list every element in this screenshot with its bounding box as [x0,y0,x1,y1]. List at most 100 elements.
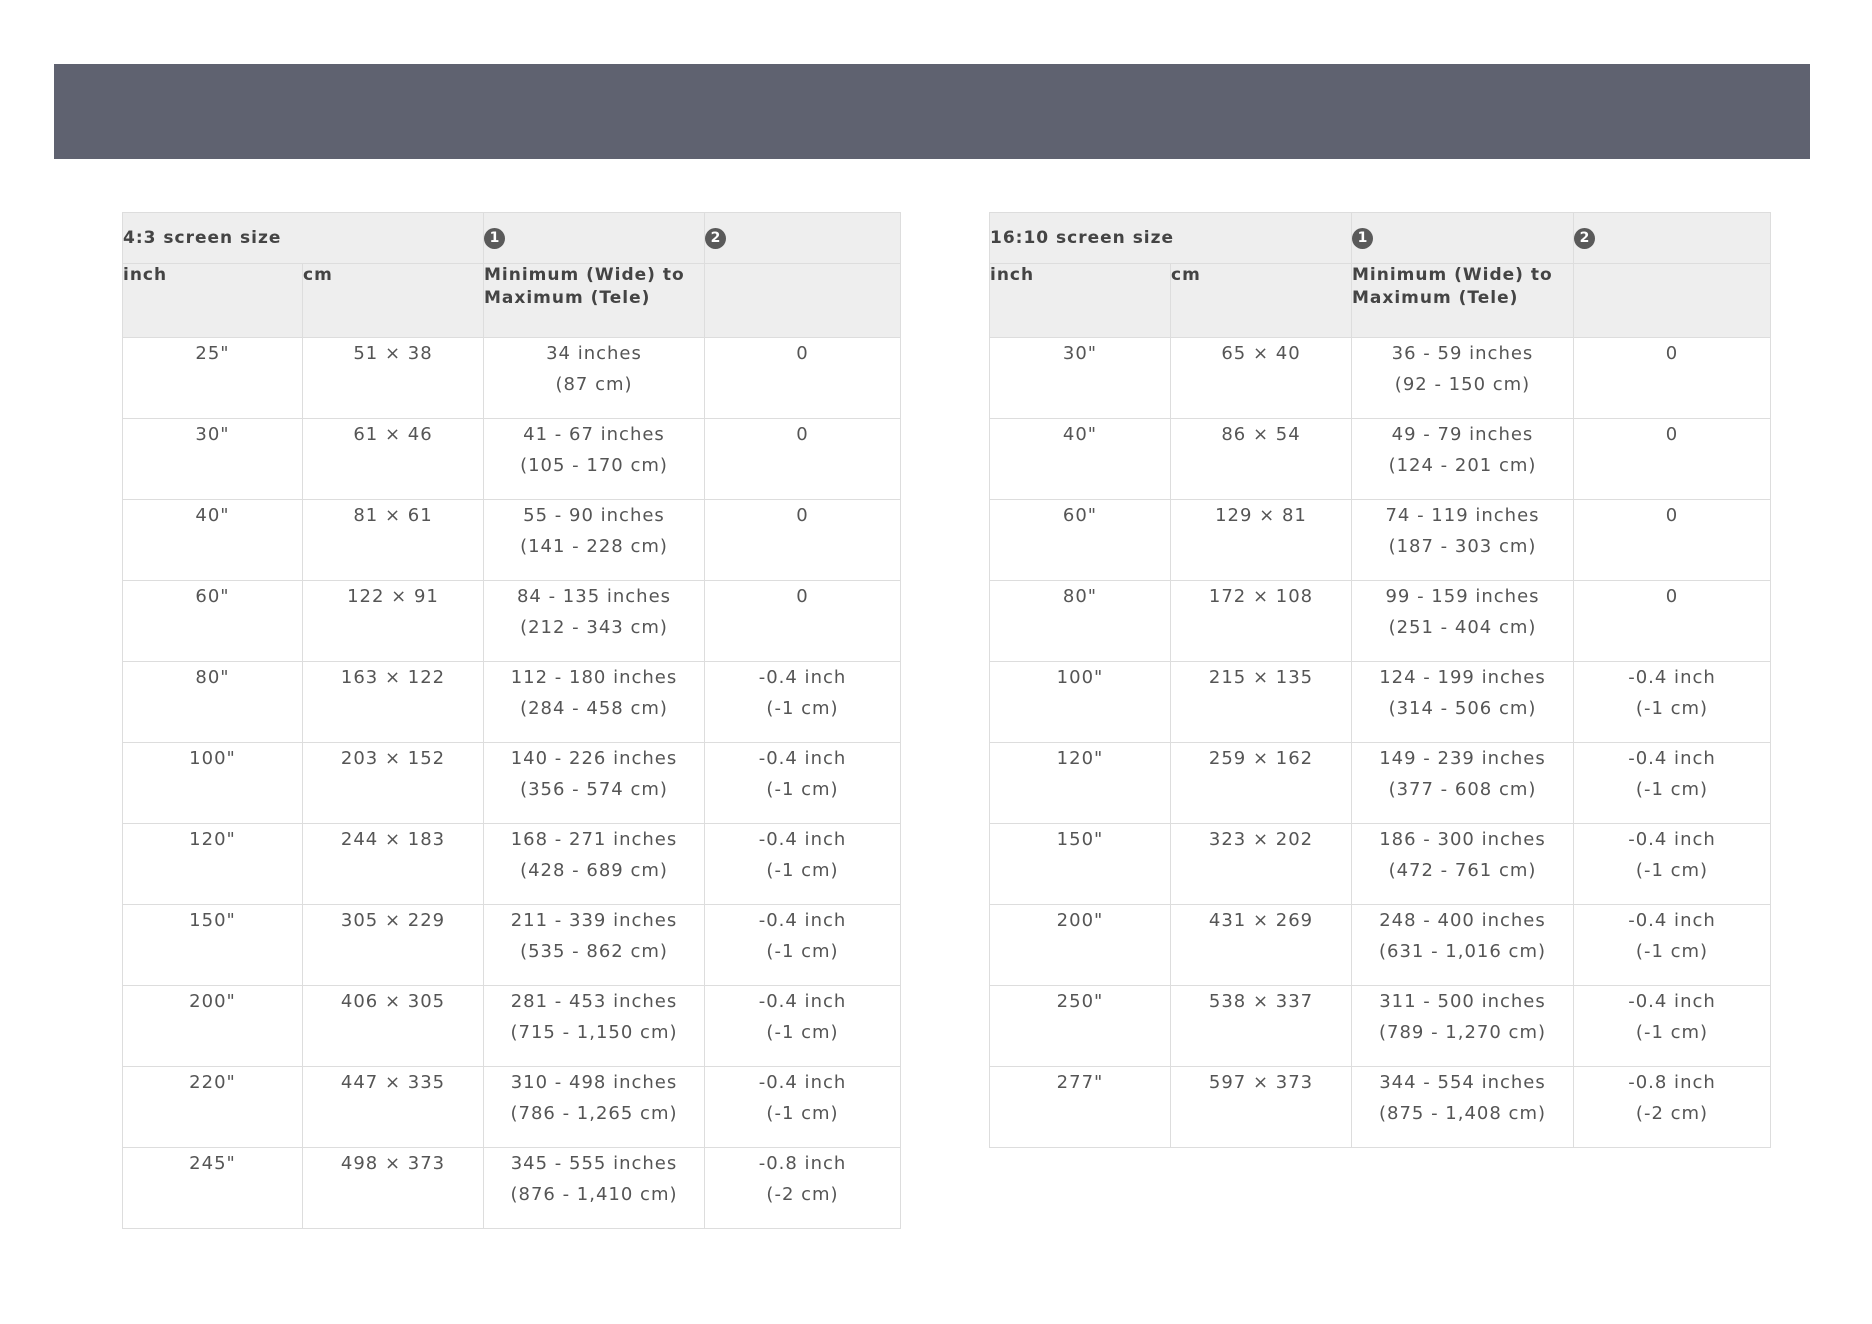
cell-offset: -0.4 inch (-1 cm) [1573,985,1771,1067]
cell-cm-line-1: 86 × 54 [1221,424,1301,445]
cell-distance: 186 - 300 inches (472 - 761 cm) [1351,823,1574,905]
cell-distance-line-1: 49 - 79 inches [1391,424,1534,445]
cell-distance-line-2: (377 - 608 cm) [1388,779,1537,800]
cell-distance-line-2: (789 - 1,270 cm) [1378,1022,1547,1043]
table-row: 200" 431 × 269 248 - 400 inches (631 - 1,01… [989,904,1771,986]
cell-inch-line-1: 277" [1056,1072,1104,1093]
cell-distance: 168 - 271 inches (428 - 689 cm) [483,823,705,905]
cell-distance: 99 - 159 inches (251 - 404 cm) [1351,580,1574,662]
cell-cm: 51 × 38 [302,337,484,419]
cell-cm-line-1: 305 × 229 [340,910,446,931]
cell-offset-line-1: -0.4 inch [1628,667,1716,688]
cell-inch: 277" [989,1066,1171,1148]
cell-cm: 323 × 202 [1170,823,1352,905]
cell-offset-line-2: (-1 cm) [766,1022,839,1043]
cell-cm: 61 × 46 [302,418,484,500]
cell-offset-line-2: (-1 cm) [1635,941,1709,962]
header-offset [704,263,901,338]
cell-cm: 163 × 122 [302,661,484,743]
cell-inch: 150" [989,823,1171,905]
cell-distance-line-1: 74 - 119 inches [1385,505,1540,526]
cell-offset: 0 [704,418,901,500]
cell-distance-line-1: 311 - 500 inches [1379,991,1546,1012]
cell-inch-line-1: 150" [1056,829,1104,850]
table-row: 60" 129 × 81 74 - 119 inches (187 - 303 cm)… [989,499,1771,581]
cell-inch-line-1: 40" [1062,424,1098,445]
cell-distance: 248 - 400 inches (631 - 1,016 cm) [1351,904,1574,986]
header-cm: cm [302,263,484,338]
cell-distance-line-1: 168 - 271 inches [510,829,678,850]
cell-offset: -0.8 inch (-2 cm) [1573,1066,1771,1148]
cell-inch: 60" [122,580,303,662]
cell-distance: 84 - 135 inches (212 - 343 cm) [483,580,705,662]
cell-offset: -0.4 inch (-1 cm) [704,742,901,824]
cell-offset: -0.8 inch (-2 cm) [704,1147,901,1229]
cell-distance-line-2: (875 - 1,408 cm) [1378,1103,1547,1124]
cell-inch-line-1: 30" [1062,343,1098,364]
table-row: 60" 122 × 91 84 - 135 inches (212 - 343 cm)… [122,580,901,662]
cell-cm-line-1: 406 × 305 [340,991,446,1012]
cell-cm: 305 × 229 [302,904,484,986]
cell-distance-line-2: (472 - 761 cm) [1388,860,1537,881]
cell-cm-line-1: 65 × 40 [1221,343,1301,364]
cell-offset-line-1: 0 [796,505,809,526]
cell-inch: 150" [122,904,303,986]
column-marker-1: 1 [483,212,705,264]
cell-distance: 344 - 554 inches (875 - 1,408 cm) [1351,1066,1574,1148]
cell-offset: -0.4 inch (-1 cm) [704,1066,901,1148]
cell-distance-line-2: (314 - 506 cm) [1388,698,1537,719]
cell-inch: 30" [122,418,303,500]
cell-distance-line-2: (715 - 1,150 cm) [510,1022,678,1043]
table-title: 4:3 screen size [122,212,484,264]
cell-distance-line-1: 310 - 498 inches [510,1072,678,1093]
cell-distance-line-1: 211 - 339 inches [510,910,678,931]
cell-cm-line-1: 129 × 81 [1215,505,1307,526]
cell-offset-line-1: -0.4 inch [758,748,847,769]
cell-offset: -0.4 inch (-1 cm) [1573,661,1771,743]
header-offset [1573,263,1771,338]
cell-offset: -0.4 inch (-1 cm) [1573,742,1771,824]
circled-number-1-icon: 1 [1352,227,1373,249]
cell-cm-line-1: 498 × 373 [340,1153,446,1174]
cell-inch: 80" [122,661,303,743]
cell-distance: 34 inches (87 cm) [483,337,705,419]
cell-inch: 80" [989,580,1171,662]
cell-offset-line-1: -0.8 inch [1628,1072,1716,1093]
cell-cm: 65 × 40 [1170,337,1352,419]
cell-offset-line-1: -0.4 inch [758,829,847,850]
header-inch: inch [989,263,1171,338]
cell-cm-line-1: 61 × 46 [353,424,433,445]
cell-inch-line-1: 200" [1056,910,1104,931]
cell-cm-line-1: 597 × 373 [1208,1072,1314,1093]
cell-distance: 310 - 498 inches (786 - 1,265 cm) [483,1066,705,1148]
cell-cm: 122 × 91 [302,580,484,662]
cell-distance-line-2: (876 - 1,410 cm) [510,1184,678,1205]
cell-offset-line-1: 0 [796,343,809,364]
cell-offset-line-1: -0.4 inch [1628,991,1716,1012]
table-row: 30" 65 × 40 36 - 59 inches (92 - 150 cm) 0 [989,337,1771,419]
cell-offset: -0.4 inch (-1 cm) [704,985,901,1067]
header-distance: Minimum (Wide) to Maximum (Tele) [483,263,705,338]
cell-distance-line-2: (187 - 303 cm) [1388,536,1537,557]
cell-distance-line-1: 124 - 199 inches [1379,667,1546,688]
cell-distance-line-1: 149 - 239 inches [1379,748,1546,769]
cell-inch-line-1: 40" [195,505,230,526]
cell-offset: 0 [1573,580,1771,662]
cell-inch: 200" [122,985,303,1067]
cell-distance-line-2: (141 - 228 cm) [520,536,668,557]
cell-distance: 112 - 180 inches (284 - 458 cm) [483,661,705,743]
cell-inch: 200" [989,904,1171,986]
table-row: 245" 498 × 373 345 - 555 inches (876 - 1,41… [122,1147,901,1229]
table-row: 150" 305 × 229 211 - 339 inches (535 - 862 … [122,904,901,986]
cell-distance-line-1: 34 inches [546,343,642,364]
cell-inch: 250" [989,985,1171,1067]
screen-size-table-16-10: 16:10 screen size 1 2 inch cm Minimum (W… [989,212,1771,1148]
cell-offset-line-1: -0.4 inch [758,910,847,931]
table-row: 25" 51 × 38 34 inches (87 cm) 0 [122,337,901,419]
cell-offset-line-2: (-1 cm) [766,1103,839,1124]
cell-cm-line-1: 51 × 38 [353,343,433,364]
table-body: 30" 65 × 40 36 - 59 inches (92 - 150 cm) 0 40… [989,337,1771,1148]
cell-inch: 60" [989,499,1171,581]
cell-inch-line-1: 60" [195,586,230,607]
circled-number-2-icon: 2 [1574,227,1595,249]
